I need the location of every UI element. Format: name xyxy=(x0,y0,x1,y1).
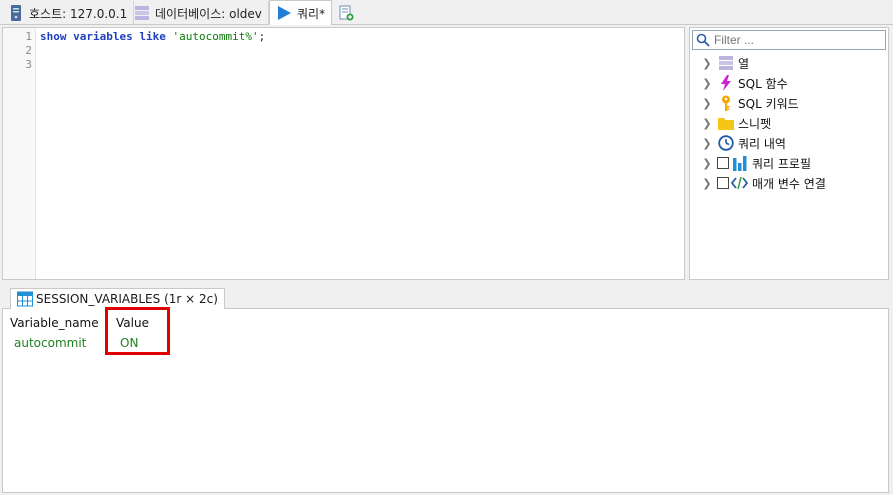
key-icon xyxy=(717,95,734,111)
highlight-box xyxy=(105,307,170,355)
tree-item-label: 쿼리 프로필 xyxy=(752,156,812,171)
sql-editor[interactable]: 1 2 3 show variables like 'autocommit%'; xyxy=(2,27,685,280)
bind-parameters-checkbox[interactable] xyxy=(717,177,729,189)
tree-item-label: SQL 함수 xyxy=(738,76,788,91)
line-number: 2 xyxy=(25,44,32,57)
query-helper-panel: ❯ 열 ❯ SQL 함수 ❯ SQL 키워드 ❯ 스니펫 ❯ 쿼리 내역 ❯ xyxy=(689,27,889,280)
sql-string-literal: 'autocommit%' xyxy=(172,30,259,43)
tree-item-label: 쿼리 내역 xyxy=(738,136,786,151)
new-query-icon xyxy=(339,5,354,21)
column-header-variable-name[interactable]: Variable_name xyxy=(3,313,109,333)
chevron-right-icon[interactable]: ❯ xyxy=(700,97,714,110)
tree-item-label: 열 xyxy=(738,56,750,71)
chevron-right-icon[interactable]: ❯ xyxy=(700,137,714,150)
result-tab-label: SESSION_VARIABLES (1r × 2c) xyxy=(36,292,218,306)
line-number: 1 xyxy=(25,30,32,43)
tree-item-label: SQL 키워드 xyxy=(738,96,799,111)
line-number-gutter: 1 2 3 xyxy=(3,28,36,279)
tree-item-bind-parameters[interactable]: ❯ 매개 변수 연결 xyxy=(700,173,826,193)
tree-item-snippets[interactable]: ❯ 스니펫 xyxy=(700,113,826,133)
tree-item-label: 스니펫 xyxy=(738,116,772,131)
search-icon xyxy=(696,33,710,47)
line-number: 3 xyxy=(25,58,32,71)
filter-input[interactable] xyxy=(714,33,874,47)
table-icon xyxy=(17,291,33,307)
sql-keyword: variables xyxy=(73,30,133,43)
tree-item-query-history[interactable]: ❯ 쿼리 내역 xyxy=(700,133,826,153)
lightning-icon xyxy=(717,75,734,91)
bar-chart-icon xyxy=(731,155,748,171)
tab-query[interactable]: 쿼리* xyxy=(269,0,333,25)
tree-item-query-profile[interactable]: ❯ 쿼리 프로필 xyxy=(700,153,826,173)
folder-icon xyxy=(717,115,734,131)
chevron-right-icon[interactable]: ❯ xyxy=(700,157,714,170)
tree-item-label: 매개 변수 연결 xyxy=(752,176,826,191)
tab-database[interactable]: 데이터베이스: oldev xyxy=(128,1,269,25)
sql-code-line[interactable]: show variables like 'autocommit%'; xyxy=(40,30,265,44)
code-icon xyxy=(731,175,748,191)
result-tab-bar: SESSION_VARIABLES (1r × 2c) xyxy=(2,284,889,309)
columns-icon xyxy=(717,55,734,71)
query-tab-bar: 호스트: 127.0.0.1 데이터베이스: oldev 쿼리* xyxy=(0,0,893,25)
tree-item-sql-functions[interactable]: ❯ SQL 함수 xyxy=(700,73,826,93)
sql-keyword: like xyxy=(139,30,166,43)
filter-box[interactable] xyxy=(692,30,886,50)
tab-query-label: 쿼리* xyxy=(297,6,326,21)
tree-item-sql-keywords[interactable]: ❯ SQL 키워드 xyxy=(700,93,826,113)
server-icon xyxy=(8,5,24,21)
tree-item-columns[interactable]: ❯ 열 xyxy=(700,53,826,73)
play-icon xyxy=(276,5,292,21)
cell-variable-name[interactable]: autocommit xyxy=(3,333,109,353)
clock-icon xyxy=(717,135,734,151)
query-profile-checkbox[interactable] xyxy=(717,157,729,169)
chevron-right-icon[interactable]: ❯ xyxy=(700,57,714,70)
chevron-right-icon[interactable]: ❯ xyxy=(700,117,714,130)
chevron-right-icon[interactable]: ❯ xyxy=(700,177,714,190)
database-icon xyxy=(134,5,150,21)
result-tab[interactable]: SESSION_VARIABLES (1r × 2c) xyxy=(10,288,225,309)
tab-database-label: 데이터베이스: oldev xyxy=(155,6,262,21)
tab-host-label: 호스트: 127.0.0.1 xyxy=(29,6,128,21)
tab-host[interactable]: 호스트: 127.0.0.1 xyxy=(2,1,135,25)
new-query-tab-button[interactable] xyxy=(337,4,355,22)
sql-semicolon: ; xyxy=(258,30,266,43)
chevron-right-icon[interactable]: ❯ xyxy=(700,77,714,90)
helper-tree: ❯ 열 ❯ SQL 함수 ❯ SQL 키워드 ❯ 스니펫 ❯ 쿼리 내역 ❯ 쿼… xyxy=(700,53,826,193)
sql-keyword: show xyxy=(40,30,67,43)
